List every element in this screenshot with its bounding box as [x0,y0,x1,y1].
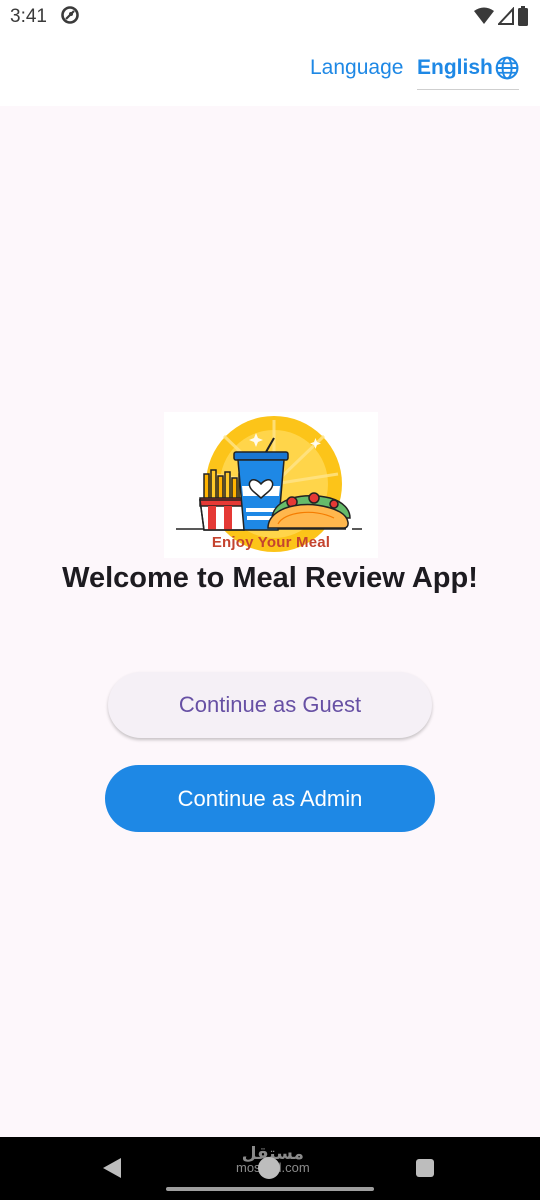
status-icons [474,6,528,26]
welcome-title: Welcome to Meal Review App! [62,562,478,594]
logo-caption: Enjoy Your Meal [211,534,331,551]
screen: 3:41 Language English Enjoy Your Meal We… [0,0,540,1200]
system-navigation-bar: مستقل mostaql.com [0,1137,540,1200]
battery-icon [518,6,528,26]
back-icon[interactable] [102,1157,122,1179]
app-notification-icon [61,6,79,24]
recents-icon[interactable] [416,1159,434,1177]
continue-as-guest-button[interactable]: Continue as Guest [108,672,432,738]
status-bar: 3:41 [0,0,540,34]
globe-icon[interactable] [495,54,519,82]
signal-icon [498,7,514,25]
home-icon[interactable] [258,1157,280,1179]
app-bar: Language English [0,34,540,106]
app-logo: Enjoy Your Meal [164,412,378,558]
language-value[interactable]: English [417,56,493,80]
status-time: 3:41 [10,6,47,27]
wifi-icon [474,7,494,24]
continue-as-admin-button[interactable]: Continue as Admin [105,765,435,832]
language-label: Language [310,56,404,79]
gesture-handle[interactable] [166,1187,374,1191]
language-dropdown[interactable]: English [417,44,519,90]
